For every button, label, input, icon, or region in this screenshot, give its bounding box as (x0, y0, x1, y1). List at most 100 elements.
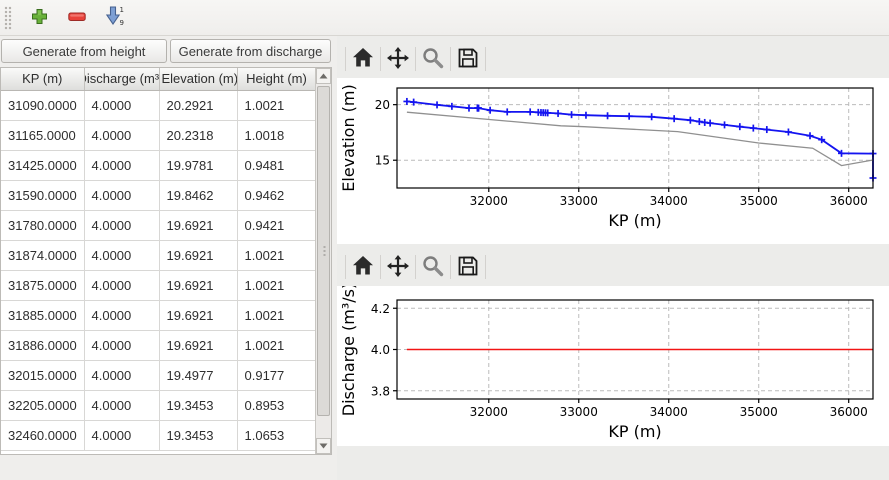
pan-button[interactable] (381, 252, 415, 282)
remove-row-button[interactable] (60, 3, 94, 33)
table-row[interactable]: 31780.00004.000019.69210.9421 (1, 210, 316, 240)
table-row[interactable]: 31090.00004.000020.29211.0021 (1, 90, 316, 120)
svg-text:35000: 35000 (740, 405, 778, 419)
generate-from-height-button[interactable]: Generate from height (1, 39, 167, 63)
table-cell[interactable]: 31885.0000 (1, 300, 84, 330)
table-cell[interactable]: 1.0018 (237, 120, 316, 150)
table-row[interactable]: 32205.00004.000019.34530.8953 (1, 390, 316, 420)
table-cell[interactable]: 31875.0000 (1, 270, 84, 300)
generate-from-discharge-button[interactable]: Generate from discharge (170, 39, 331, 63)
button-row: Generate from height Generate from disch… (0, 37, 337, 65)
table-cell[interactable]: 19.8462 (159, 180, 237, 210)
home-icon (352, 47, 374, 71)
table-cell[interactable]: 19.6921 (159, 300, 237, 330)
table-cell[interactable]: 32205.0000 (1, 390, 84, 420)
elevation-chart[interactable]: 32000330003400035000360001520KP (m)Eleva… (337, 78, 889, 244)
svg-text:33000: 33000 (560, 194, 598, 208)
table-cell[interactable]: 19.6921 (159, 270, 237, 300)
add-row-button[interactable] (22, 3, 56, 33)
zoom-button[interactable] (416, 252, 450, 282)
save-icon (457, 47, 479, 72)
discharge-chart[interactable]: 32000330003400035000360003.84.04.2KP (m)… (337, 286, 889, 446)
table-cell[interactable]: 0.9421 (237, 210, 316, 240)
table-row[interactable]: 31874.00004.000019.69211.0021 (1, 240, 316, 270)
table-row[interactable]: 32460.00004.000019.34531.0653 (1, 420, 316, 450)
table-cell[interactable]: 4.0000 (84, 210, 159, 240)
svg-text:3.8: 3.8 (371, 384, 390, 398)
data-table: KP (m) Discharge (m³/s) Elevation (m) He… (0, 67, 332, 455)
table-cell[interactable]: 0.9481 (237, 150, 316, 180)
table-scrollbar[interactable] (315, 68, 331, 454)
table-cell[interactable]: 1.0021 (237, 270, 316, 300)
table-cell[interactable]: 1.0021 (237, 240, 316, 270)
table-row[interactable]: 31886.00004.000019.69211.0021 (1, 330, 316, 360)
table-cell[interactable]: 0.9462 (237, 180, 316, 210)
plots-panel: 32000330003400035000360001520KP (m)Eleva… (337, 36, 889, 480)
svg-text:9: 9 (119, 19, 123, 26)
elevation-plot-toolbar (345, 42, 486, 76)
zoom-icon (422, 255, 444, 280)
table-cell[interactable]: 32460.0000 (1, 420, 84, 450)
table-cell[interactable]: 4.0000 (84, 330, 159, 360)
pan-button[interactable] (381, 44, 415, 74)
home-button[interactable] (346, 252, 380, 282)
table-cell[interactable]: 4.0000 (84, 420, 159, 450)
column-header-discharge[interactable]: Discharge (m³/s) (84, 68, 159, 90)
save-button[interactable] (451, 252, 485, 282)
table-cell[interactable]: 31874.0000 (1, 240, 84, 270)
pan-icon (386, 46, 410, 73)
table-cell[interactable]: 4.0000 (84, 150, 159, 180)
discharge-plot-toolbar (345, 250, 486, 284)
table-cell[interactable]: 19.4977 (159, 360, 237, 390)
column-header-kp[interactable]: KP (m) (1, 68, 84, 90)
table-cell[interactable]: 1.0021 (237, 300, 316, 330)
table-cell[interactable]: 19.3453 (159, 420, 237, 450)
table-cell[interactable]: 1.0653 (237, 420, 316, 450)
column-header-elevation[interactable]: Elevation (m) (159, 68, 237, 90)
table-cell[interactable]: 1.0021 (237, 90, 316, 120)
table-cell[interactable]: 31165.0000 (1, 120, 84, 150)
table-cell[interactable]: 32015.0000 (1, 360, 84, 390)
scrollbar-thumb[interactable] (317, 86, 330, 416)
sort-rows-button[interactable]: 1 9 (98, 3, 132, 33)
scroll-up-button[interactable] (316, 68, 331, 84)
zoom-button[interactable] (416, 44, 450, 74)
save-button[interactable] (451, 44, 485, 74)
table-cell[interactable]: 31090.0000 (1, 90, 84, 120)
table-row[interactable]: 31425.00004.000019.97810.9481 (1, 150, 316, 180)
table-cell[interactable]: 19.6921 (159, 240, 237, 270)
table-cell[interactable]: 31886.0000 (1, 330, 84, 360)
table-cell[interactable]: 0.9177 (237, 360, 316, 390)
table-cell[interactable]: 4.0000 (84, 390, 159, 420)
table-row[interactable]: 31885.00004.000019.69211.0021 (1, 300, 316, 330)
table-cell[interactable]: 0.8953 (237, 390, 316, 420)
table-cell[interactable]: 31590.0000 (1, 180, 84, 210)
table-cell[interactable]: 31780.0000 (1, 210, 84, 240)
table-cell[interactable]: 19.9781 (159, 150, 237, 180)
table-cell[interactable]: 1.0021 (237, 330, 316, 360)
table-row[interactable]: 31165.00004.000020.23181.0018 (1, 120, 316, 150)
table-cell[interactable]: 31425.0000 (1, 150, 84, 180)
svg-text:33000: 33000 (560, 405, 598, 419)
table-row[interactable]: 31875.00004.000019.69211.0021 (1, 270, 316, 300)
table-cell[interactable]: 4.0000 (84, 120, 159, 150)
toolbar-separator (485, 255, 486, 279)
table-cell[interactable]: 4.0000 (84, 360, 159, 390)
table-cell[interactable]: 19.3453 (159, 390, 237, 420)
home-button[interactable] (346, 44, 380, 74)
table-cell[interactable]: 4.0000 (84, 240, 159, 270)
table-cell[interactable]: 4.0000 (84, 90, 159, 120)
table-cell[interactable]: 20.2318 (159, 120, 237, 150)
table-cell[interactable]: 20.2921 (159, 90, 237, 120)
table-row[interactable]: 31590.00004.000019.84620.9462 (1, 180, 316, 210)
scroll-down-button[interactable] (316, 438, 331, 454)
table-cell[interactable]: 4.0000 (84, 300, 159, 330)
table-cell[interactable]: 19.6921 (159, 330, 237, 360)
toolbar-drag-handle[interactable] (4, 6, 12, 30)
table-cell[interactable]: 4.0000 (84, 180, 159, 210)
table-row[interactable]: 32015.00004.000019.49770.9177 (1, 360, 316, 390)
column-header-height[interactable]: Height (m) (237, 68, 316, 90)
table-cell[interactable]: 4.0000 (84, 270, 159, 300)
svg-text:32000: 32000 (470, 194, 508, 208)
table-cell[interactable]: 19.6921 (159, 210, 237, 240)
